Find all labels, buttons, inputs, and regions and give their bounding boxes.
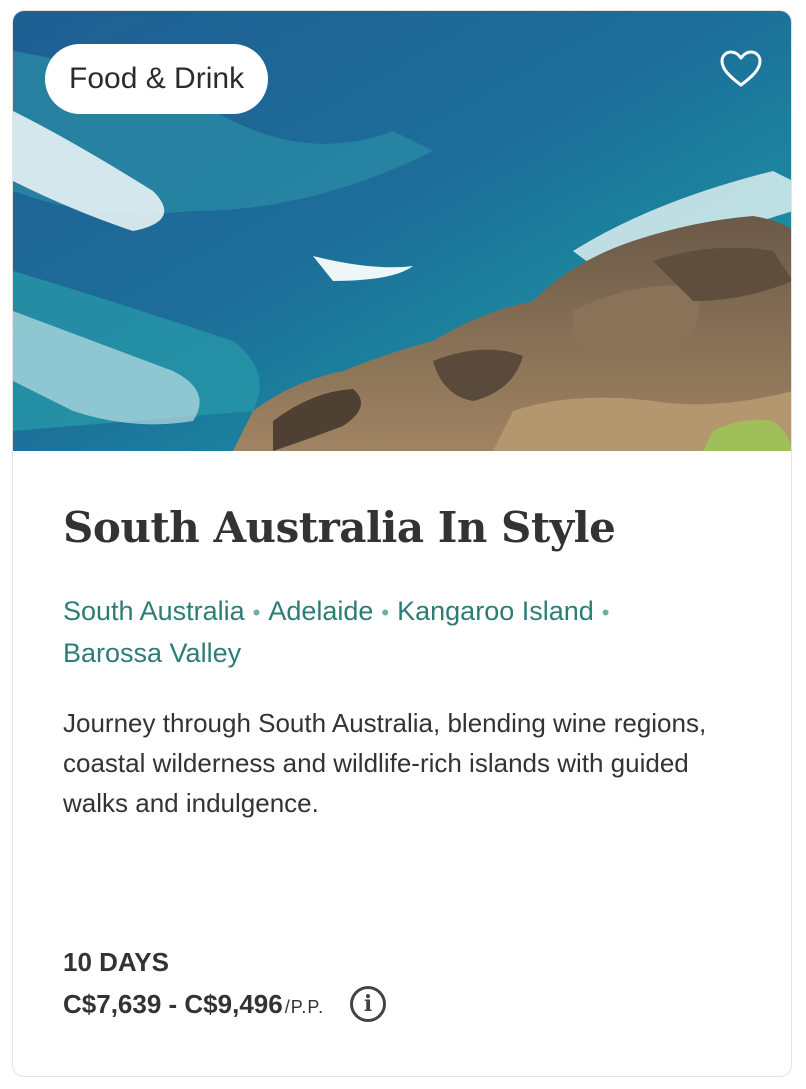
price-range: C$7,639 - C$9,496 (63, 988, 283, 1019)
separator-dot: • (601, 600, 610, 625)
tour-title[interactable]: South Australia In Style (63, 503, 616, 552)
price-unit: /P.P. (284, 996, 325, 1017)
tour-card[interactable]: Food & Drink South Australia In Style So… (12, 10, 792, 1077)
separator-dot: • (381, 600, 390, 625)
location-item: Kangaroo Island (397, 596, 594, 626)
category-tag: Food & Drink (45, 44, 269, 114)
tour-duration: 10 DAYS (63, 947, 169, 977)
info-icon[interactable]: i (350, 986, 387, 1022)
hero-image[interactable]: Food & Drink (13, 11, 791, 451)
location-item: Barossa Valley (63, 638, 242, 668)
location-item: South Australia (63, 596, 245, 626)
heart-icon[interactable] (719, 49, 763, 89)
separator-dot: • (252, 600, 261, 625)
price-row: C$7,639 - C$9,496 /P.P. i (63, 986, 387, 1022)
location-list: South Australia • Adelaide • Kangaroo Island… (63, 591, 743, 673)
tour-description: Journey through South Australia, blendin… (63, 708, 707, 818)
location-item: Adelaide (268, 596, 374, 626)
